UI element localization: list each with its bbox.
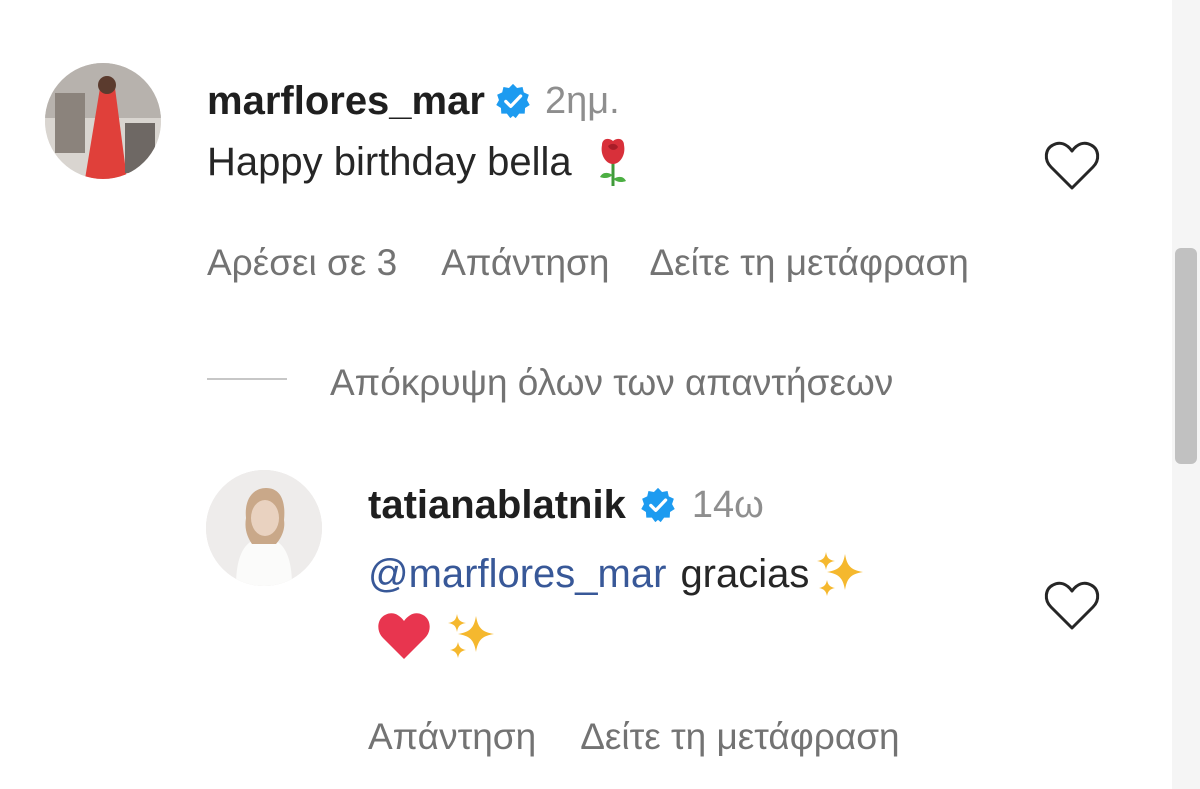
reply-text: gracias xyxy=(680,551,810,596)
mention-link[interactable]: @marflores_mar xyxy=(368,552,666,597)
comment-like-button[interactable] xyxy=(1043,140,1101,192)
reply-time[interactable]: 14ω xyxy=(692,484,764,527)
reply-emoji-line xyxy=(376,610,496,662)
likes-count-link[interactable]: Αρέσει σε 3 xyxy=(207,242,397,284)
reply-actions: Απάντηση Δείτε τη μετάφραση xyxy=(368,714,900,760)
replies-divider xyxy=(207,378,287,380)
comment-time[interactable]: 2ημ. xyxy=(545,80,620,123)
reply-header: tatianablatnik 14ω xyxy=(368,480,764,530)
heart-outline-icon xyxy=(1044,141,1100,190)
red-heart-emoji-icon xyxy=(376,611,432,661)
see-translation-link[interactable]: Δείτε τη μετάφραση xyxy=(649,242,968,284)
sparkles-emoji-icon xyxy=(446,612,496,660)
scrollbar-thumb[interactable] xyxy=(1175,248,1197,464)
comment-header: marflores_mar 2ημ. xyxy=(207,76,620,126)
heart-outline-icon xyxy=(1044,581,1100,630)
avatar[interactable] xyxy=(45,63,161,179)
hide-replies-button[interactable]: Απόκρυψη όλων των απαντήσεων xyxy=(330,360,893,406)
comment-text: Happy birthday bella xyxy=(207,139,572,184)
reply-like-button[interactable] xyxy=(1043,580,1101,632)
sparkles-emoji-icon xyxy=(815,550,865,598)
reply-username[interactable]: tatianablatnik xyxy=(368,483,626,528)
comment-username[interactable]: marflores_mar xyxy=(207,79,485,124)
reply-button[interactable]: Απάντηση xyxy=(441,242,609,284)
reply-body: @marflores_mar gracias xyxy=(368,548,865,600)
reply-avatar[interactable] xyxy=(206,470,322,586)
comment-actions: Αρέσει σε 3 Απάντηση Δείτε τη μετάφραση xyxy=(207,240,969,286)
avatar-image xyxy=(206,470,322,586)
verified-badge-icon xyxy=(495,83,531,119)
avatar-image xyxy=(45,63,161,179)
rose-emoji-icon xyxy=(594,137,632,187)
comment-body: Happy birthday bella xyxy=(207,136,632,188)
verified-badge-icon xyxy=(640,487,676,523)
see-translation-link[interactable]: Δείτε τη μετάφραση xyxy=(580,716,899,758)
reply-button[interactable]: Απάντηση xyxy=(368,716,536,758)
